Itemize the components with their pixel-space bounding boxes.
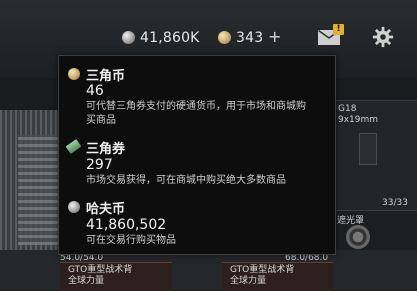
roubles-amount[interactable]: 41,860K [140, 30, 200, 46]
roubles-coin-icon [122, 31, 135, 44]
currency-description: 可在交易行购买物品 [86, 235, 176, 246]
gp-amount[interactable]: 343 [236, 30, 263, 46]
currency-tooltip: 三角币 46 可代替三角券支付的硬通货币，用于市场和商城购 买商品 三角券 29… [58, 55, 336, 255]
triangle-voucher-icon [65, 139, 82, 154]
settings-gear-icon[interactable] [372, 26, 394, 48]
attachment-label: 遮光罩 [337, 216, 365, 226]
cell-right-brand: 全球力量 [230, 276, 267, 286]
weapon-name: G18 [338, 104, 357, 114]
cell-left-brand: 全球力量 [68, 276, 105, 286]
scope-icon [346, 225, 370, 249]
gp-coin-icon [218, 31, 231, 44]
triangle-coin-icon [68, 68, 80, 80]
currency-amount: 41,860,502 [86, 217, 167, 233]
cell-right-name: GTO重型战术背 [230, 265, 295, 275]
havoc-coin-icon [68, 201, 80, 213]
currency-description: 市场交易获得，可在商城中购买绝大多数商品 [86, 175, 286, 186]
add-currency-button[interactable]: + [268, 27, 281, 46]
currency-name: 哈夫币 [86, 202, 126, 217]
ammo-count: 33/33 [382, 198, 408, 208]
currency-name: 三角币 [86, 69, 126, 84]
currency-amount: 297 [86, 157, 113, 173]
currency-description-line: 可代替三角券支付的硬通货币，用于市场和商城购 [86, 101, 306, 112]
currency-amount: 46 [86, 83, 104, 99]
weapon-label: G18 9x19mm [338, 104, 378, 126]
cell-left-name: GTO重型战术背 [68, 265, 133, 275]
currency-name: 三角券 [86, 142, 126, 157]
currency-description: 可代替三角券支付的硬通货币，用于市场和商城购 买商品 [86, 100, 331, 128]
mail-notification-badge: ! [333, 24, 344, 35]
backpack-item-detail [18, 135, 60, 245]
weapon-icon [359, 133, 377, 165]
currency-description-line: 买商品 [86, 115, 116, 126]
weapon-caliber: 9x19mm [338, 115, 379, 125]
